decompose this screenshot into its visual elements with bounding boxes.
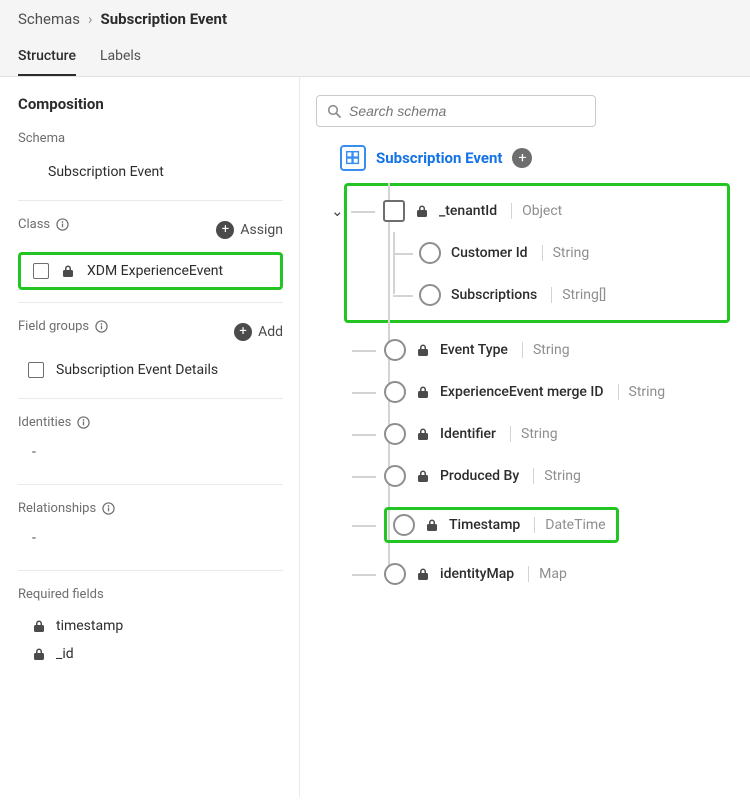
info-icon[interactable] (102, 502, 115, 515)
schema-section-label: Schema (18, 131, 283, 146)
required-field-item: _id (18, 640, 283, 668)
schema-field[interactable]: Timestamp DateTime (352, 497, 734, 553)
schema-field[interactable]: ExperienceEvent merge ID String (352, 371, 734, 413)
fieldgroup-name-text: Subscription Event Details (56, 362, 218, 378)
field-type-text: Object (511, 203, 562, 219)
info-icon[interactable] (95, 320, 108, 333)
breadcrumb-root[interactable]: Schemas (18, 10, 80, 28)
identities-section-label: Identities (18, 415, 283, 430)
plus-icon: + (234, 323, 252, 341)
field-type-text: String (533, 468, 581, 484)
plus-icon: + (216, 221, 234, 239)
field-name-text: identityMap (440, 566, 514, 582)
field-name-text: Produced By (440, 468, 519, 484)
breadcrumb: Schemas › Subscription Event (18, 10, 732, 40)
field-type-text: DateTime (534, 517, 605, 533)
schema-field[interactable]: identityMap Map (352, 553, 734, 595)
composition-title: Composition (18, 95, 283, 113)
composition-panel: Composition Schema Subscription Event Cl… (0, 77, 300, 797)
schema-name-item[interactable]: Subscription Event (18, 156, 283, 188)
schema-root-name[interactable]: Subscription Event (376, 149, 502, 167)
required-fields-label: Required fields (18, 587, 283, 602)
field-marker-icon (384, 381, 406, 403)
field-marker-icon (384, 465, 406, 487)
field-name-text: _tenantId (439, 203, 497, 219)
field-marker-icon (419, 284, 441, 306)
relationships-section-label: Relationships (18, 501, 283, 516)
info-icon[interactable] (56, 218, 69, 231)
field-type-text: String[] (551, 287, 606, 303)
divider (18, 398, 283, 399)
search-input[interactable] (349, 103, 585, 119)
field-type-text: Map (528, 566, 567, 582)
field-type-text: String (542, 245, 590, 261)
field-name-text: Subscriptions (451, 287, 537, 303)
search-field[interactable] (316, 95, 596, 127)
field-name-text: ExperienceEvent merge ID (440, 384, 604, 400)
required-field-item: timestamp (18, 612, 283, 640)
chevron-right-icon: › (88, 10, 93, 28)
field-marker-icon (393, 514, 415, 536)
add-fieldgroup-button[interactable]: + Add (234, 323, 283, 341)
schema-field[interactable]: Customer Id String (393, 232, 719, 274)
divider (18, 484, 283, 485)
relationships-value: - (18, 526, 283, 558)
divider (18, 200, 283, 201)
schema-field[interactable]: Produced By String (352, 455, 734, 497)
divider (18, 302, 283, 303)
class-item[interactable]: XDM ExperienceEvent (29, 259, 272, 283)
schema-canvas: Subscription Event + ⌄ _tenantId Object (300, 77, 750, 797)
schema-field[interactable]: Subscriptions String[] (393, 274, 719, 316)
tabs: Structure Labels (18, 40, 732, 76)
field-marker-icon (384, 423, 406, 445)
lock-icon (32, 619, 46, 633)
lock-icon (416, 343, 430, 357)
class-section-label: Class (18, 217, 69, 232)
lock-icon (425, 518, 439, 532)
field-name-text: Identifier (440, 426, 496, 442)
schema-name-text: Subscription Event (48, 164, 164, 180)
identities-value: - (18, 440, 283, 472)
tab-structure[interactable]: Structure (18, 40, 76, 76)
info-icon[interactable] (77, 416, 90, 429)
divider (18, 570, 283, 571)
object-icon (383, 200, 405, 222)
field-name-text: Event Type (440, 342, 508, 358)
lock-icon (416, 469, 430, 483)
field-type-text: String (522, 342, 570, 358)
field-marker-icon (419, 242, 441, 264)
structure-icon[interactable] (340, 145, 366, 171)
schema-field[interactable]: Identifier String (352, 413, 734, 455)
class-name-text: XDM ExperienceEvent (87, 263, 223, 279)
field-type-text: String (618, 384, 666, 400)
schema-field[interactable]: Event Type String (352, 329, 734, 371)
chevron-down-icon[interactable]: ⌄ (329, 200, 346, 222)
lock-icon (415, 204, 429, 218)
field-marker-icon (384, 563, 406, 585)
square-icon (33, 263, 49, 279)
lock-icon (416, 567, 430, 581)
schema-field-tenant[interactable]: ⌄ _tenantId Object (351, 190, 719, 232)
lock-icon (416, 427, 430, 441)
breadcrumb-current: Subscription Event (101, 10, 227, 28)
search-icon (327, 104, 341, 118)
add-field-button[interactable]: + (512, 148, 532, 168)
field-name-text: Timestamp (449, 517, 520, 533)
square-icon (28, 362, 44, 378)
assign-class-button[interactable]: + Assign (216, 221, 283, 239)
lock-icon (61, 264, 75, 278)
tab-labels[interactable]: Labels (100, 40, 141, 76)
fieldgroups-section-label: Field groups (18, 319, 108, 334)
field-name-text: Customer Id (451, 245, 528, 261)
field-type-text: String (510, 426, 558, 442)
fieldgroup-item[interactable]: Subscription Event Details (18, 354, 283, 386)
lock-icon (32, 647, 46, 661)
lock-icon (416, 385, 430, 399)
field-marker-icon (384, 339, 406, 361)
